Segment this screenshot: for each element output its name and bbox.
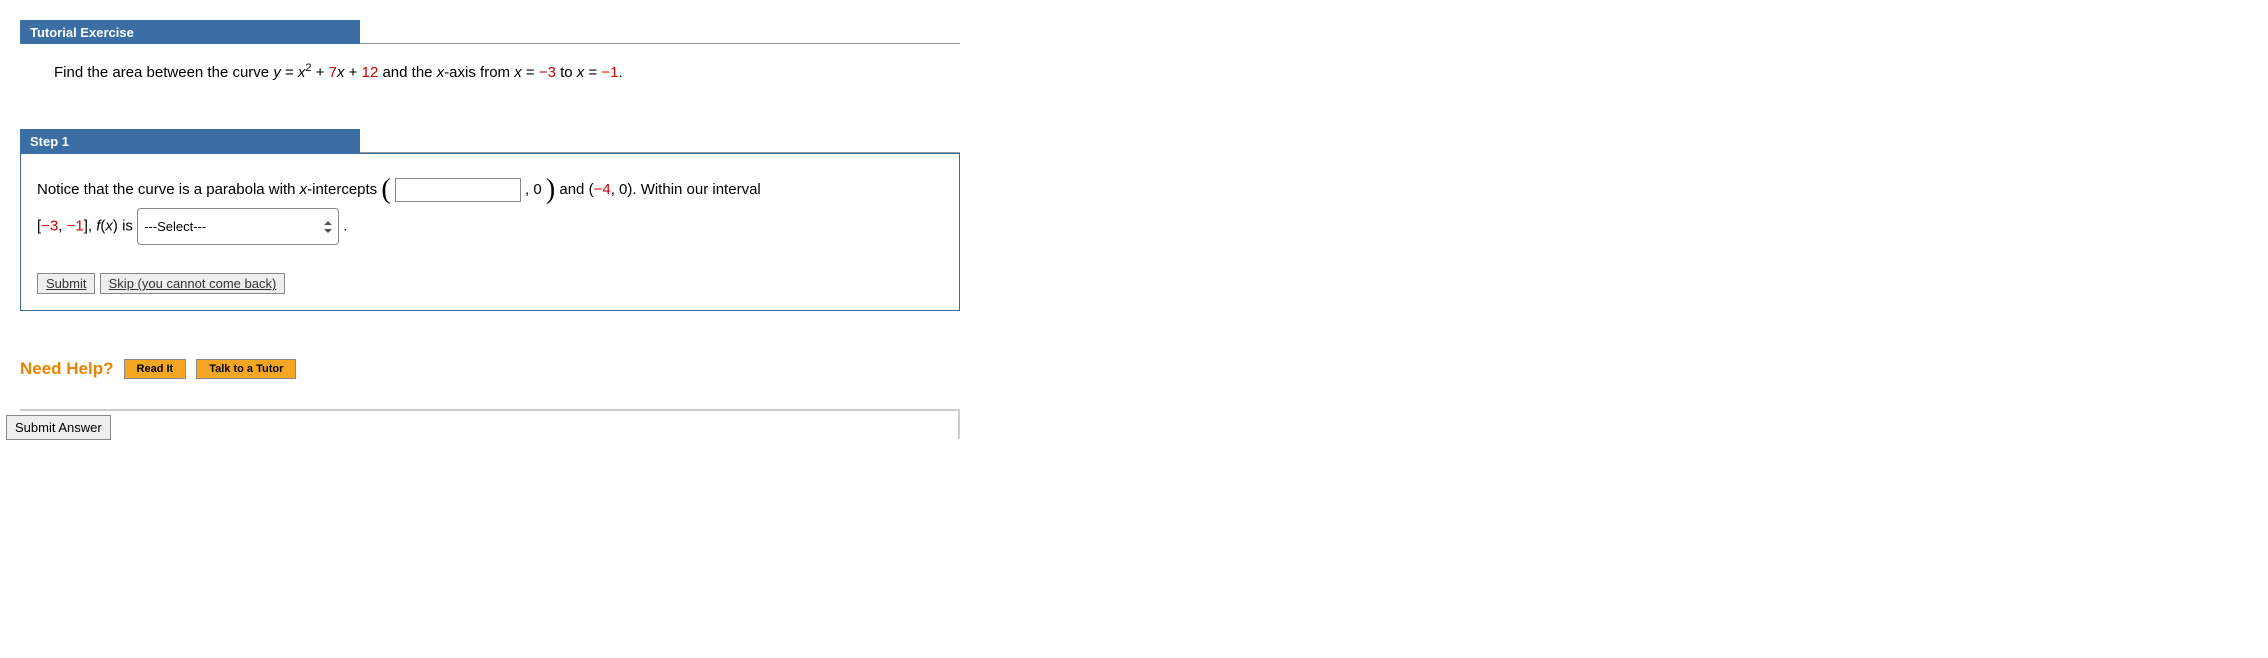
step1-line1: Notice that the curve is a parabola with… xyxy=(37,172,943,208)
int-neg1: −1 xyxy=(67,218,84,235)
step1-box: Notice that the curve is a parabola with… xyxy=(20,153,960,311)
is-word: is xyxy=(118,218,137,235)
var-y: y xyxy=(273,64,281,81)
neg4: −4 xyxy=(594,181,611,198)
s1-intercepts: -intercepts xyxy=(307,181,381,198)
tutorial-header-line xyxy=(360,20,960,44)
zero-close: , 0). Within our interval xyxy=(611,181,761,198)
skip-button[interactable]: Skip (you cannot come back) xyxy=(100,273,286,294)
from-word: from xyxy=(476,64,514,81)
dot-end: . xyxy=(343,218,347,235)
comma: , xyxy=(58,218,66,235)
exercise-prompt: Find the area between the curve y = x2 +… xyxy=(20,56,960,89)
step1-header: Step 1 xyxy=(20,129,960,153)
val-neg3: −3 xyxy=(539,64,556,81)
and-the: and the xyxy=(378,64,436,81)
plus2: + xyxy=(345,64,362,81)
need-help-label: Need Help? xyxy=(20,359,114,379)
submit-answer-button[interactable]: Submit Answer xyxy=(6,415,111,440)
footer-bar xyxy=(20,409,960,439)
talk-tutor-button[interactable]: Talk to a Tutor xyxy=(196,359,296,379)
interval-close: ], xyxy=(84,218,97,235)
submit-step-button[interactable]: Submit xyxy=(37,273,95,294)
equals2: = xyxy=(522,64,539,81)
coef-7: 7 xyxy=(329,64,337,81)
step1-line2: [−3, −1], f(x) is ---Select--- . xyxy=(37,208,943,245)
period: . xyxy=(619,64,623,81)
equals: = xyxy=(281,64,298,81)
tutorial-header-title: Tutorial Exercise xyxy=(20,20,360,44)
prompt-prefix: Find the area between the curve xyxy=(54,64,273,81)
fx-x: x xyxy=(105,218,113,235)
step1-header-line xyxy=(360,129,960,153)
comma-zero: , 0 xyxy=(525,181,542,198)
plus1: + xyxy=(312,64,329,81)
int-neg3: −3 xyxy=(41,218,58,235)
intercept-input[interactable] xyxy=(395,178,521,202)
to-word: to xyxy=(556,64,577,81)
paren-close: ) xyxy=(546,174,555,205)
fx-sign-select[interactable]: ---Select--- xyxy=(137,208,339,245)
const-12: 12 xyxy=(362,64,379,81)
step1-title: Step 1 xyxy=(20,129,360,153)
val-neg1: −1 xyxy=(601,64,618,81)
tutorial-header: Tutorial Exercise xyxy=(20,20,960,44)
read-it-button[interactable]: Read It xyxy=(124,359,187,379)
select-arrows-icon xyxy=(323,221,333,233)
and-word: and ( xyxy=(559,181,593,198)
equals3: = xyxy=(584,64,601,81)
var-x2: x xyxy=(337,64,345,81)
paren-open: ( xyxy=(381,174,390,205)
axis-word: -axis xyxy=(444,64,476,81)
select-placeholder: ---Select--- xyxy=(144,219,206,234)
x-eq-1: x xyxy=(514,64,522,81)
s1-prefix: Notice that the curve is a parabola with xyxy=(37,181,300,198)
need-help-row: Need Help? Read It Talk to a Tutor xyxy=(20,359,960,379)
step1-buttons: Submit Skip (you cannot come back) xyxy=(37,273,943,294)
